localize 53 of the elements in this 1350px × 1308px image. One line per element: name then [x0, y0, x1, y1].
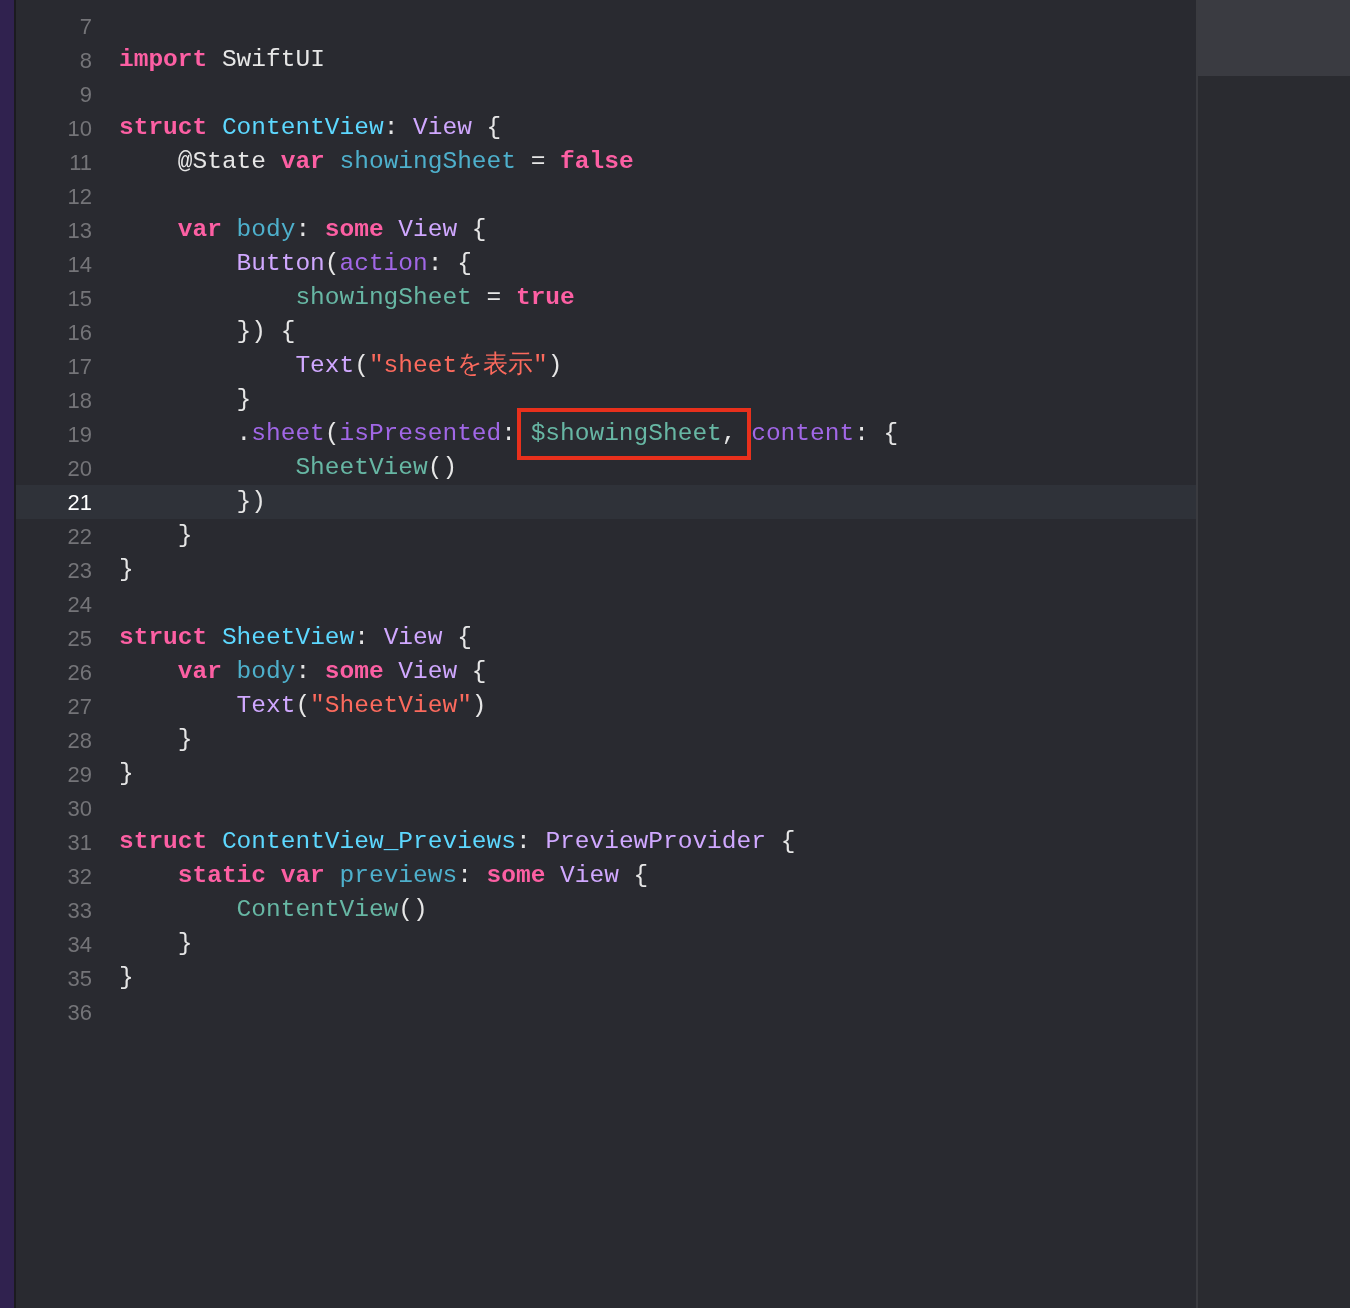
line-number: 9 [78, 80, 92, 109]
code-line: } [119, 758, 134, 789]
line-number: 18 [66, 386, 92, 415]
line-number: 28 [66, 726, 92, 755]
line-number: 17 [66, 352, 92, 381]
line-number: 24 [66, 590, 92, 619]
code-line: static var previews: some View { [177, 860, 649, 891]
code-line: } [177, 928, 193, 959]
code-line: }) [236, 486, 266, 517]
code-line: import SwiftUI [119, 44, 325, 75]
line-number: 10 [66, 114, 92, 143]
code-line: } [119, 554, 134, 585]
line-number: 26 [66, 658, 92, 687]
code-line: ContentView() [236, 894, 428, 925]
line-number: 15 [66, 284, 92, 313]
code-line: var body: some View { [177, 214, 487, 245]
code-line: Button(action: { [236, 248, 472, 279]
code-line: struct ContentView_Previews: PreviewProvider { [119, 826, 796, 857]
line-number: 13 [66, 216, 92, 245]
code-line: } [119, 962, 134, 993]
code-line: }) { [236, 316, 296, 347]
code-line: struct SheetView: View { [119, 622, 472, 653]
line-number: 32 [66, 862, 92, 891]
line-number: 11 [68, 148, 92, 177]
line-number: 19 [66, 420, 92, 449]
code-line: } [177, 724, 193, 755]
line-number: 14 [66, 250, 92, 279]
line-number: 35 [66, 964, 92, 993]
line-number: 16 [66, 318, 92, 347]
line-number: 12 [66, 182, 92, 211]
line-number: 31 [66, 828, 92, 857]
line-number: 33 [66, 896, 92, 925]
code-line: Text("SheetView") [236, 690, 487, 721]
code-line: showingSheet = true [295, 282, 575, 313]
line-number: 25 [66, 624, 92, 653]
line-number: 20 [66, 454, 92, 483]
code-line: } [177, 520, 193, 551]
line-number: 29 [66, 760, 92, 789]
code-line: @State var showingSheet = false [177, 146, 634, 177]
line-number: 30 [66, 794, 92, 823]
code-line: Text("sheetを表示") [295, 350, 563, 381]
line-number: 34 [66, 930, 92, 959]
line-number: 8 [78, 46, 92, 75]
line-number: 23 [66, 556, 92, 585]
code-line: var body: some View { [177, 656, 487, 687]
line-number: 22 [66, 522, 92, 551]
line-number: 36 [66, 998, 92, 1027]
code-line: SheetView() [295, 452, 458, 483]
code-line: struct ContentView: View { [119, 112, 502, 143]
highlight-frame: $showingSheet, [516, 408, 751, 460]
line-number: 7 [78, 12, 92, 41]
line-number: 27 [66, 692, 92, 721]
line-number: 21 [66, 488, 92, 517]
